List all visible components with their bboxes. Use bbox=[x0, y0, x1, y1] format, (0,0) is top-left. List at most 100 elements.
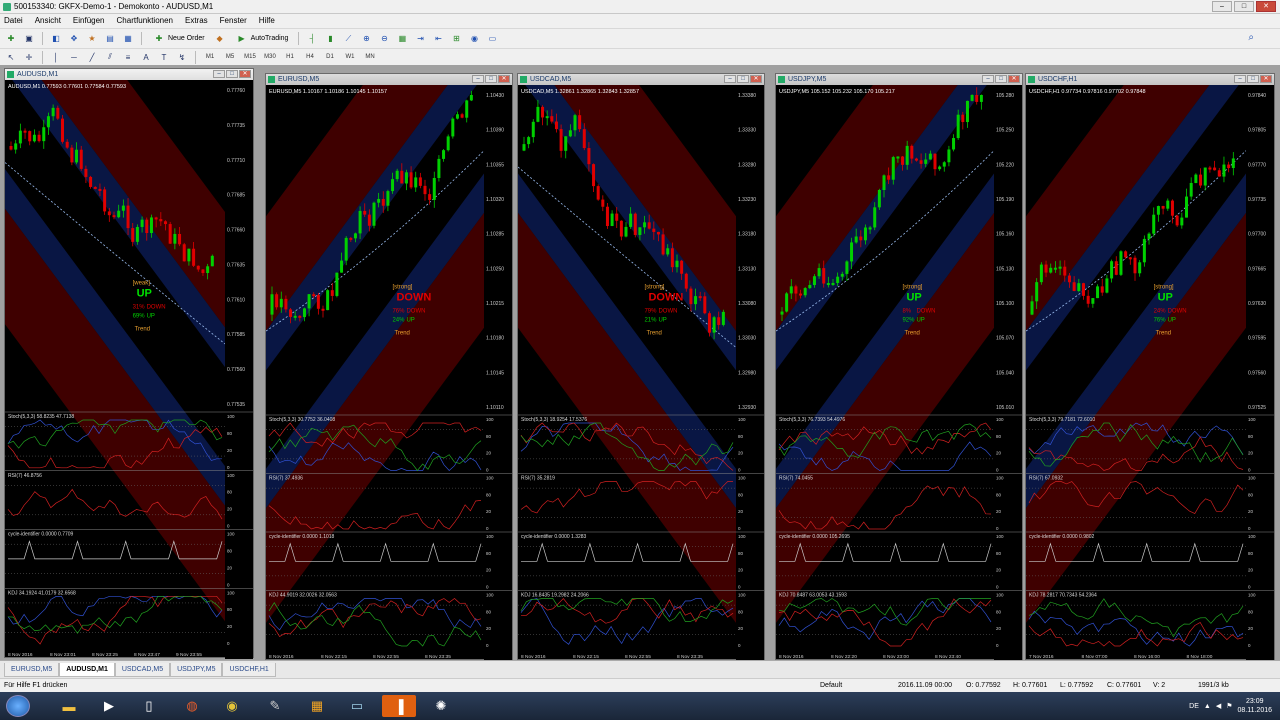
templates-icon[interactable]: ▭ bbox=[485, 32, 499, 45]
metaeditor-icon[interactable]: ◆ bbox=[213, 32, 227, 45]
timeframe-d1[interactable]: D1 bbox=[322, 54, 338, 60]
tab-usdjpy[interactable]: USDJPY,M5 bbox=[170, 663, 223, 677]
editor-icon[interactable]: ✎ bbox=[258, 695, 292, 717]
crosshair-icon[interactable]: ✛ bbox=[22, 51, 36, 64]
apps-icon[interactable]: ▦ bbox=[300, 695, 334, 717]
minimize-button[interactable]: – bbox=[1212, 1, 1232, 12]
chart-shift-icon[interactable]: ⇤ bbox=[431, 32, 445, 45]
start-button[interactable] bbox=[6, 695, 30, 717]
minimize-button[interactable]: – bbox=[1234, 75, 1246, 83]
menu-einfuegen[interactable]: Einfügen bbox=[73, 14, 105, 28]
close-button[interactable]: ✕ bbox=[750, 75, 762, 83]
explorer-icon[interactable]: ▬ bbox=[52, 695, 86, 717]
chart-window-title[interactable]: USDJPY,M5 – □ ✕ bbox=[776, 74, 1022, 85]
maximize-button[interactable]: □ bbox=[226, 70, 238, 78]
minimize-button[interactable]: – bbox=[472, 75, 484, 83]
chrome-icon[interactable]: ◉ bbox=[215, 695, 249, 717]
chart-window-title[interactable]: USDCAD,M5 – □ ✕ bbox=[518, 74, 764, 85]
chart-window-usdcad[interactable]: USDCAD,M5 – □ ✕ USDCAD,M5 1.32861 1.32865 1.… bbox=[517, 73, 765, 661]
chart-window-usdjpy[interactable]: USDJPY,M5 – □ ✕ USDJPY,M5 105.152 105.232 10… bbox=[775, 73, 1023, 661]
close-button[interactable]: ✕ bbox=[498, 75, 510, 83]
tester-icon[interactable]: ▦ bbox=[121, 32, 135, 45]
tab-eurusd[interactable]: EURUSD,M5 bbox=[4, 663, 60, 677]
bar-chart-icon[interactable]: ┤ bbox=[305, 32, 319, 45]
minimize-button[interactable]: – bbox=[724, 75, 736, 83]
tab-usdchf[interactable]: USDCHF,H1 bbox=[222, 663, 276, 677]
zoom-in-icon[interactable]: ⊕ bbox=[359, 32, 373, 45]
tile-windows-icon[interactable]: ▦ bbox=[395, 32, 409, 45]
candle-body bbox=[933, 153, 937, 170]
taskbar-clock[interactable]: 23:09 08.11.2016 bbox=[1237, 697, 1272, 715]
menu-fenster[interactable]: Fenster bbox=[220, 14, 247, 28]
menu-datei[interactable]: Datei bbox=[4, 14, 23, 28]
menu-extras[interactable]: Extras bbox=[185, 14, 208, 28]
profiles-icon[interactable]: ▣ bbox=[22, 32, 36, 45]
trendline-icon[interactable]: ╱ bbox=[85, 51, 99, 64]
document-icon[interactable]: ▯ bbox=[132, 695, 166, 717]
media-player-icon[interactable]: ▶ bbox=[92, 695, 126, 717]
chart-window-title[interactable]: EURUSD,M5 – □ ✕ bbox=[266, 74, 512, 85]
zoom-out-icon[interactable]: ⊖ bbox=[377, 32, 391, 45]
timeframe-h4[interactable]: H4 bbox=[302, 54, 318, 60]
close-button[interactable]: ✕ bbox=[1260, 75, 1272, 83]
auto-scroll-icon[interactable]: ⇥ bbox=[413, 32, 427, 45]
candle-body bbox=[377, 198, 381, 203]
chart-window-usdchf[interactable]: USDCHF,H1 – □ ✕ USDCHF,H1 0.97734 0.97816 0.… bbox=[1025, 73, 1275, 661]
channel-icon[interactable]: ⫽ bbox=[103, 51, 117, 64]
chart-window-title[interactable]: AUDUSD,M1 – □ ✕ bbox=[5, 69, 253, 80]
timeframe-m1[interactable]: M1 bbox=[202, 54, 218, 60]
maximize-button[interactable]: □ bbox=[995, 75, 1007, 83]
text-icon[interactable]: A bbox=[139, 51, 153, 64]
firefox-icon[interactable]: ◍ bbox=[175, 695, 209, 717]
label-icon[interactable]: T bbox=[157, 51, 171, 64]
menu-hilfe[interactable]: Hilfe bbox=[259, 14, 275, 28]
timeframe-w1[interactable]: W1 bbox=[342, 54, 358, 60]
new-chart-icon[interactable]: ✚ bbox=[4, 32, 18, 45]
autotrading-button[interactable]: ▶ AutoTrading bbox=[231, 32, 293, 46]
close-button[interactable]: ✕ bbox=[1008, 75, 1020, 83]
data-window-icon[interactable]: ✥ bbox=[67, 32, 81, 45]
periods-icon[interactable]: ◉ bbox=[467, 32, 481, 45]
recorder-icon[interactable]: ✺ bbox=[424, 695, 458, 717]
candle-body bbox=[84, 168, 88, 177]
maximize-button[interactable]: □ bbox=[1234, 1, 1254, 12]
chart-window-title[interactable]: USDCHF,H1 – □ ✕ bbox=[1026, 74, 1274, 85]
navigator-icon[interactable]: ★ bbox=[85, 32, 99, 45]
tab-usdcad[interactable]: USDCAD,M5 bbox=[114, 663, 171, 677]
arrows-icon[interactable]: ↯ bbox=[175, 51, 189, 64]
chart-window-audusd[interactable]: AUDUSD,M1 – □ ✕ AUDUSD,M1 0.77593 0.77601 0.… bbox=[4, 68, 254, 659]
indicators-icon[interactable]: ⊞ bbox=[449, 32, 463, 45]
fibonacci-icon[interactable]: ≡ bbox=[121, 51, 135, 64]
menu-chartfunktionen[interactable]: Chartfunktionen bbox=[117, 14, 173, 28]
timeframe-m30[interactable]: M30 bbox=[262, 54, 278, 60]
volume-icon[interactable]: ◀ bbox=[1216, 702, 1221, 710]
close-button[interactable]: ✕ bbox=[239, 70, 251, 78]
candlestick-icon[interactable]: ▮ bbox=[323, 32, 337, 45]
metatrader-icon[interactable]: ▐ bbox=[382, 695, 416, 717]
timeframe-h1[interactable]: H1 bbox=[282, 54, 298, 60]
chart-window-eurusd[interactable]: EURUSD,M5 – □ ✕ EURUSD,M5 1.10167 1.10186 1.… bbox=[265, 73, 513, 661]
search-icon[interactable]: ⌕ bbox=[1248, 32, 1254, 43]
minimize-button[interactable]: – bbox=[982, 75, 994, 83]
line-chart-icon[interactable]: ⟋ bbox=[341, 32, 355, 45]
market-watch-icon[interactable]: ◧ bbox=[49, 32, 63, 45]
new-order-button[interactable]: ✚ Neue Order bbox=[148, 32, 209, 46]
maximize-button[interactable]: □ bbox=[485, 75, 497, 83]
cursor-icon[interactable]: ↖ bbox=[4, 51, 18, 64]
language-indicator[interactable]: DE bbox=[1189, 703, 1199, 710]
timeframe-mn[interactable]: MN bbox=[362, 54, 378, 60]
terminal-icon[interactable]: ▤ bbox=[103, 32, 117, 45]
horizontal-line-icon[interactable]: ─ bbox=[67, 51, 81, 64]
menu-ansicht[interactable]: Ansicht bbox=[35, 14, 61, 28]
tab-audusd[interactable]: AUDUSD,M1 bbox=[59, 663, 115, 677]
network-icon[interactable]: ▲ bbox=[1204, 703, 1211, 710]
vertical-line-icon[interactable]: │ bbox=[49, 51, 63, 64]
minimize-button[interactable]: – bbox=[213, 70, 225, 78]
maximize-button[interactable]: □ bbox=[1247, 75, 1259, 83]
flag-icon[interactable]: ⚑ bbox=[1226, 702, 1232, 710]
maximize-button[interactable]: □ bbox=[737, 75, 749, 83]
window-icon[interactable]: ▭ bbox=[340, 695, 374, 717]
timeframe-m5[interactable]: M5 bbox=[222, 54, 238, 60]
timeframe-m15[interactable]: M15 bbox=[242, 54, 258, 60]
close-button[interactable]: ✕ bbox=[1256, 1, 1276, 12]
